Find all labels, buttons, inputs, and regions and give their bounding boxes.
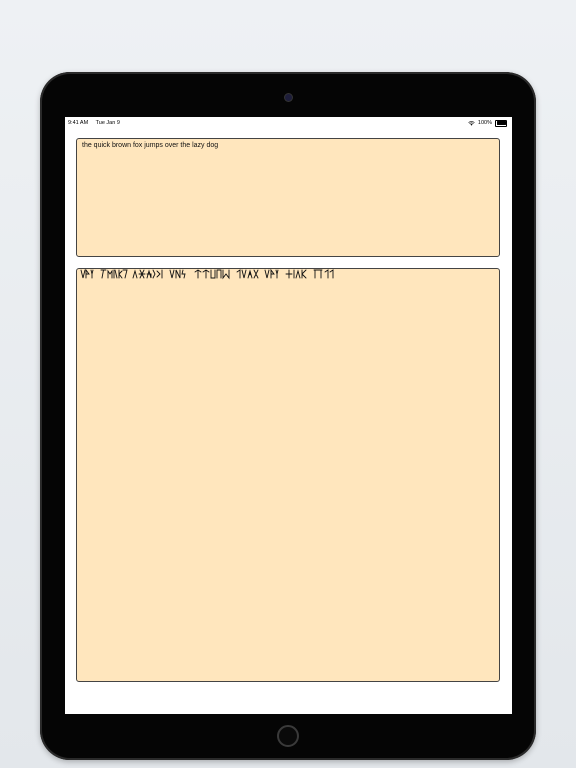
input-text: the quick brown fox jumps over the lazy …: [82, 142, 219, 149]
front-camera: [285, 94, 292, 101]
input-text-area[interactable]: the quick brown fox jumps over the lazy …: [76, 138, 500, 257]
home-button[interactable]: [277, 725, 299, 747]
battery-icon: [495, 119, 507, 127]
app-screen: 9:41 AM Tue Jan 9 100% the quick brown f…: [65, 117, 512, 714]
status-date: Tue Jan 9: [95, 120, 120, 126]
status-time: 9:41 AM: [68, 120, 89, 126]
status-right: 100%: [468, 117, 507, 129]
runic-output-text: [80, 268, 334, 280]
status-bar: 9:41 AM Tue Jan 9 100%: [65, 117, 512, 129]
output-text-area[interactable]: [76, 268, 500, 682]
status-left: 9:41 AM Tue Jan 9: [68, 117, 126, 129]
wifi-icon: [468, 120, 475, 126]
battery-percent: 100%: [477, 120, 492, 126]
